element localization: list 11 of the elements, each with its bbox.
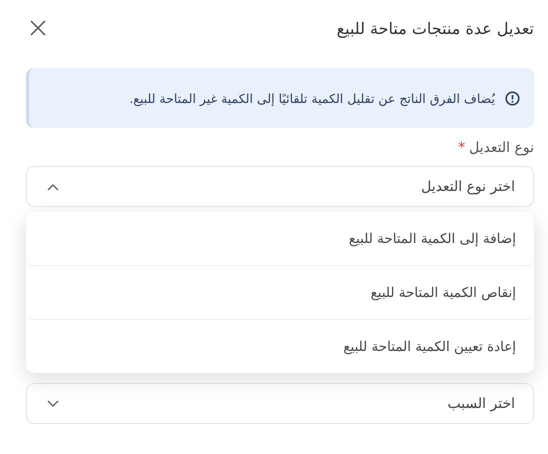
reason-select[interactable]: اختر السبب	[26, 383, 534, 424]
field-label: نوع التعديل	[469, 140, 534, 156]
chevron-icon	[47, 182, 59, 190]
menu-option[interactable]: إضافة إلى الكمية المتاحة للبيع	[26, 212, 534, 266]
dialog-title: تعديل عدة منتجات متاحة للبيع	[336, 18, 534, 38]
adjustment-type-select[interactable]: اختر نوع التعديل	[26, 166, 534, 207]
info-icon	[505, 90, 520, 106]
required-mark: *	[458, 140, 466, 156]
chevron-icon	[47, 400, 59, 408]
info-text: يُضاف الفرق الناتج عن تقليل الكمية تلقائيًا إلى الكمية غير المتاحة للبيع.	[129, 90, 495, 106]
close-button[interactable]	[29, 19, 47, 37]
